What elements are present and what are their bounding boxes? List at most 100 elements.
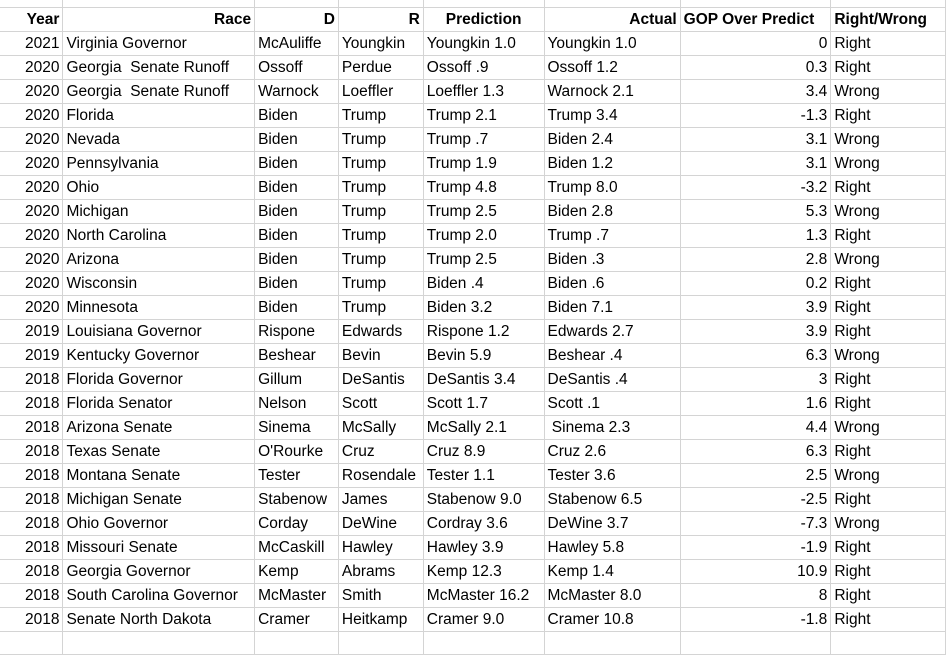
cell-r[interactable]: Rosendale	[337, 463, 424, 488]
header-race[interactable]: Race	[62, 7, 256, 32]
cell-r[interactable]: Trump	[337, 247, 424, 272]
cell-actual[interactable]: DeWine 3.7	[543, 511, 681, 536]
cell-actual[interactable]: Biden 1.2	[543, 151, 681, 176]
cell-r[interactable]: Bevin	[337, 343, 424, 368]
cell-prediction[interactable]: Trump 4.8	[422, 175, 545, 200]
cell-gop-over-predict[interactable]: 10.9	[679, 559, 832, 584]
cell-race[interactable]: Missouri Senate	[62, 535, 256, 560]
cell[interactable]	[830, 0, 946, 8]
cell-actual[interactable]: Warnock 2.1	[543, 79, 681, 104]
cell-d[interactable]: Biden	[254, 151, 339, 176]
cell-d[interactable]: Beshear	[254, 343, 339, 368]
cell-gop-over-predict[interactable]: 6.3	[679, 439, 832, 464]
cell-year[interactable]: 2018	[0, 583, 64, 608]
cell-actual[interactable]: Biden 2.4	[543, 127, 681, 152]
cell-r[interactable]: Cruz	[337, 439, 424, 464]
cell-r[interactable]: Trump	[337, 127, 424, 152]
cell-right-wrong[interactable]: Right	[830, 487, 946, 512]
cell-actual[interactable]: Biden .3	[543, 247, 681, 272]
cell-r[interactable]: Trump	[337, 151, 424, 176]
cell-actual[interactable]: Stabenow 6.5	[543, 487, 681, 512]
cell-race[interactable]: Georgia Senate Runoff	[62, 79, 256, 104]
cell-actual[interactable]: Scott .1	[543, 391, 681, 416]
cell-r[interactable]	[337, 631, 424, 655]
cell-right-wrong[interactable]: Right	[830, 295, 946, 320]
cell-prediction[interactable]: Cramer 9.0	[422, 607, 545, 632]
cell-right-wrong[interactable]: Wrong	[830, 79, 946, 104]
cell-d[interactable]: Biden	[254, 199, 339, 224]
cell-year[interactable]: 2018	[0, 415, 64, 440]
cell-d[interactable]: Biden	[254, 271, 339, 296]
cell-right-wrong[interactable]: Wrong	[830, 127, 946, 152]
cell-year[interactable]: 2020	[0, 223, 64, 248]
cell-right-wrong[interactable]: Right	[830, 271, 946, 296]
cell-d[interactable]: Nelson	[254, 391, 339, 416]
cell-gop-over-predict[interactable]: -7.3	[679, 511, 832, 536]
cell-d[interactable]: Biden	[254, 175, 339, 200]
cell-year[interactable]: 2018	[0, 535, 64, 560]
cell-d[interactable]: Ossoff	[254, 55, 339, 80]
cell-prediction[interactable]: Trump .7	[422, 127, 545, 152]
cell-d[interactable]: McCaskill	[254, 535, 339, 560]
cell-gop-over-predict[interactable]: 3.9	[679, 295, 832, 320]
cell-r[interactable]: James	[337, 487, 424, 512]
cell-r[interactable]: Trump	[337, 223, 424, 248]
cell-year[interactable]: 2020	[0, 175, 64, 200]
cell-gop-over-predict[interactable]: 2.8	[679, 247, 832, 272]
cell-year[interactable]: 2020	[0, 271, 64, 296]
cell-prediction[interactable]	[422, 631, 545, 655]
cell-year[interactable]: 2020	[0, 103, 64, 128]
cell-d[interactable]: Kemp	[254, 559, 339, 584]
cell-race[interactable]: South Carolina Governor	[62, 583, 256, 608]
cell-right-wrong[interactable]: Right	[830, 607, 946, 632]
cell-right-wrong[interactable]: Wrong	[830, 511, 946, 536]
cell-prediction[interactable]: McMaster 16.2	[422, 583, 545, 608]
header-d[interactable]: D	[254, 7, 339, 32]
cell-right-wrong[interactable]: Right	[830, 31, 946, 56]
cell-prediction[interactable]: Trump 2.5	[422, 247, 545, 272]
cell-year[interactable]: 2018	[0, 367, 64, 392]
cell-gop-over-predict[interactable]: 3.1	[679, 127, 832, 152]
cell-r[interactable]: Trump	[337, 295, 424, 320]
cell-prediction[interactable]: Loeffler 1.3	[422, 79, 545, 104]
cell-prediction[interactable]: Trump 1.9	[422, 151, 545, 176]
cell-r[interactable]: Trump	[337, 175, 424, 200]
cell-r[interactable]: DeSantis	[337, 367, 424, 392]
cell-prediction[interactable]: Rispone 1.2	[422, 319, 545, 344]
cell-gop-over-predict[interactable]: 3.1	[679, 151, 832, 176]
cell-prediction[interactable]: Youngkin 1.0	[422, 31, 545, 56]
cell-right-wrong[interactable]: Right	[830, 319, 946, 344]
cell-year[interactable]: 2018	[0, 463, 64, 488]
cell-d[interactable]: Tester	[254, 463, 339, 488]
cell-r[interactable]: Loeffler	[337, 79, 424, 104]
cell-right-wrong[interactable]: Right	[830, 535, 946, 560]
cell[interactable]	[543, 0, 681, 8]
cell-year[interactable]: 2018	[0, 391, 64, 416]
cell-right-wrong[interactable]: Wrong	[830, 463, 946, 488]
cell-race[interactable]: Minnesota	[62, 295, 256, 320]
cell-d[interactable]: McAuliffe	[254, 31, 339, 56]
cell-gop-over-predict[interactable]: 5.3	[679, 199, 832, 224]
cell-race[interactable]: Florida	[62, 103, 256, 128]
cell-right-wrong[interactable]: Right	[830, 439, 946, 464]
cell-gop-over-predict[interactable]: -1.9	[679, 535, 832, 560]
cell-prediction[interactable]: Kemp 12.3	[422, 559, 545, 584]
cell-year[interactable]: 2019	[0, 319, 64, 344]
cell-d[interactable]: Corday	[254, 511, 339, 536]
cell-prediction[interactable]: Hawley 3.9	[422, 535, 545, 560]
cell[interactable]	[679, 0, 832, 8]
cell-r[interactable]: Abrams	[337, 559, 424, 584]
cell-right-wrong[interactable]: Right	[830, 391, 946, 416]
cell-actual[interactable]: Trump .7	[543, 223, 681, 248]
cell-d[interactable]: Sinema	[254, 415, 339, 440]
header-year[interactable]: Year	[0, 7, 64, 32]
cell-year[interactable]: 2020	[0, 295, 64, 320]
cell-actual[interactable]: Edwards 2.7	[543, 319, 681, 344]
cell-prediction[interactable]: McSally 2.1	[422, 415, 545, 440]
cell-r[interactable]: McSally	[337, 415, 424, 440]
cell-gop-over-predict[interactable]: 4.4	[679, 415, 832, 440]
cell[interactable]	[254, 0, 339, 8]
cell-d[interactable]: Biden	[254, 295, 339, 320]
cell-actual[interactable]: Biden 2.8	[543, 199, 681, 224]
cell-right-wrong[interactable]: Right	[830, 367, 946, 392]
